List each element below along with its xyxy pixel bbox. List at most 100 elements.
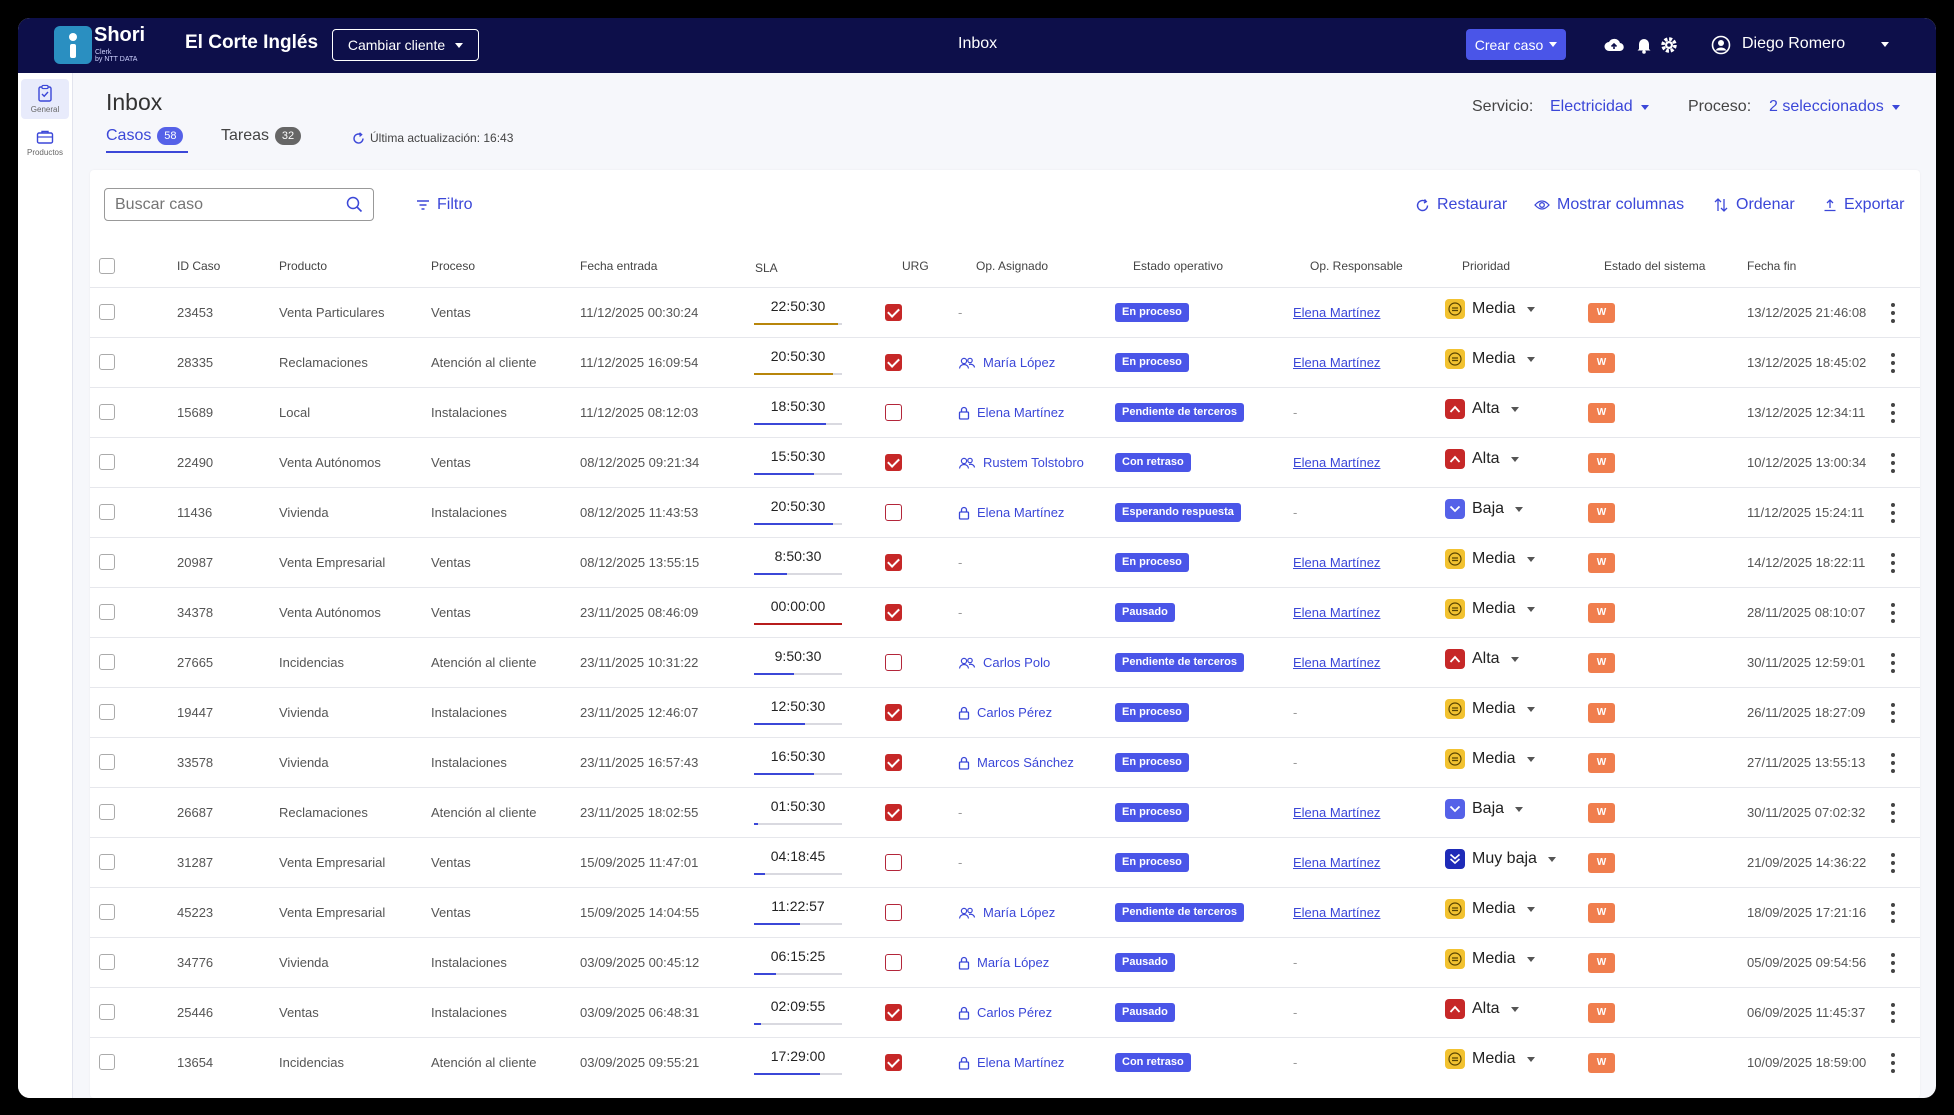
assigned-operator[interactable]: Elena Martínez <box>958 405 1064 420</box>
assigned-operator[interactable]: Carlos Pérez <box>958 705 1052 720</box>
table-row[interactable]: 34776 Vivienda Instalaciones 03/09/2025 00:… <box>90 937 1920 987</box>
table-row[interactable]: 19447 Vivienda Instalaciones 23/11/2025 12:… <box>90 687 1920 737</box>
row-checkbox[interactable] <box>99 454 115 470</box>
cloud-upload-icon[interactable] <box>1603 34 1625 56</box>
urgent-checkbox[interactable] <box>885 904 902 921</box>
search-input[interactable] <box>115 195 346 214</box>
row-checkbox[interactable] <box>99 404 115 420</box>
table-row[interactable]: 27665 Incidencias Atención al cliente 23/11… <box>90 637 1920 687</box>
export-button[interactable]: Exportar <box>1823 196 1904 214</box>
case-id[interactable]: 25446 <box>177 1005 213 1020</box>
more-options-icon[interactable] <box>1890 353 1896 373</box>
priority-select[interactable]: Media <box>1445 749 1535 769</box>
row-checkbox[interactable] <box>99 904 115 920</box>
case-id[interactable]: 34776 <box>177 955 213 970</box>
user-name[interactable]: Diego Romero <box>1742 35 1845 53</box>
responsible-operator[interactable]: Elena Martínez <box>1293 305 1380 320</box>
urgent-checkbox[interactable] <box>885 354 902 371</box>
priority-select[interactable]: Media <box>1445 899 1535 919</box>
column-header[interactable]: Op. Responsable <box>1310 259 1403 273</box>
column-header[interactable]: Proceso <box>431 259 475 273</box>
urgent-checkbox[interactable] <box>885 804 902 821</box>
user-avatar-icon[interactable] <box>1710 34 1732 56</box>
more-options-icon[interactable] <box>1890 653 1896 673</box>
bell-icon[interactable] <box>1633 34 1655 56</box>
column-header[interactable]: Prioridad <box>1462 259 1510 273</box>
row-checkbox[interactable] <box>99 804 115 820</box>
more-options-icon[interactable] <box>1890 953 1896 973</box>
case-id[interactable]: 34378 <box>177 605 213 620</box>
case-id[interactable]: 13654 <box>177 1055 213 1070</box>
search-box[interactable] <box>104 188 374 221</box>
case-id[interactable]: 23453 <box>177 305 213 320</box>
row-checkbox[interactable] <box>99 504 115 520</box>
table-row[interactable]: 15689 Local Instalaciones 11/12/2025 08:12:… <box>90 387 1920 437</box>
column-header[interactable]: Estado operativo <box>1133 259 1223 273</box>
restore-button[interactable]: Restaurar <box>1415 196 1507 214</box>
urgent-checkbox[interactable] <box>885 554 902 571</box>
responsible-operator[interactable]: Elena Martínez <box>1293 455 1380 470</box>
column-header[interactable]: ID Caso <box>177 259 220 273</box>
case-id[interactable]: 33578 <box>177 755 213 770</box>
responsible-operator[interactable]: Elena Martínez <box>1293 855 1380 870</box>
assigned-operator[interactable]: Carlos Pérez <box>958 1005 1052 1020</box>
row-checkbox[interactable] <box>99 554 115 570</box>
assigned-operator[interactable]: Elena Martínez <box>958 1055 1064 1070</box>
urgent-checkbox[interactable] <box>885 954 902 971</box>
table-row[interactable]: 33578 Vivienda Instalaciones 23/11/2025 16:… <box>90 737 1920 787</box>
column-header[interactable]: Producto <box>279 259 327 273</box>
table-row[interactable]: 34378 Venta Autónomos Ventas 23/11/2025 08:… <box>90 587 1920 637</box>
responsible-operator[interactable]: Elena Martínez <box>1293 355 1380 370</box>
priority-select[interactable]: Alta <box>1445 649 1519 669</box>
case-id[interactable]: 26687 <box>177 805 213 820</box>
row-checkbox[interactable] <box>99 704 115 720</box>
table-row[interactable]: 11436 Vivienda Instalaciones 08/12/2025 11:… <box>90 487 1920 537</box>
urgent-checkbox[interactable] <box>885 854 902 871</box>
column-header[interactable]: Estado del sistema <box>1604 259 1705 273</box>
priority-select[interactable]: Alta <box>1445 449 1519 469</box>
table-row[interactable]: 45223 Venta Empresarial Ventas 15/09/2025 1… <box>90 887 1920 937</box>
sidebar-item-general[interactable]: General <box>21 79 69 119</box>
priority-select[interactable]: Media <box>1445 699 1535 719</box>
priority-select[interactable]: Media <box>1445 349 1535 369</box>
tab-casos[interactable]: Casos 58 <box>106 126 184 146</box>
service-select[interactable]: Electricidad <box>1550 98 1649 116</box>
create-case-button[interactable]: Crear caso <box>1466 29 1566 60</box>
tab-tareas[interactable]: Tareas 32 <box>221 126 302 146</box>
more-options-icon[interactable] <box>1890 753 1896 773</box>
show-columns-button[interactable]: Mostrar columnas <box>1534 196 1684 214</box>
column-header[interactable]: Op. Asignado <box>976 259 1048 273</box>
assigned-operator[interactable]: Elena Martínez <box>958 505 1064 520</box>
case-id[interactable]: 28335 <box>177 355 213 370</box>
assigned-operator[interactable]: Marcos Sánchez <box>958 755 1074 770</box>
urgent-checkbox[interactable] <box>885 504 902 521</box>
urgent-checkbox[interactable] <box>885 654 902 671</box>
process-select[interactable]: 2 seleccionados <box>1769 98 1900 116</box>
case-id[interactable]: 20987 <box>177 555 213 570</box>
urgent-checkbox[interactable] <box>885 454 902 471</box>
column-header[interactable]: SLA <box>755 261 778 275</box>
table-row[interactable]: 28335 Reclamaciones Atención al cliente 11/… <box>90 337 1920 387</box>
row-checkbox[interactable] <box>99 954 115 970</box>
user-menu-chevron-icon[interactable] <box>1881 42 1889 47</box>
table-row[interactable]: 20987 Venta Empresarial Ventas 08/12/2025 1… <box>90 537 1920 587</box>
priority-select[interactable]: Media <box>1445 1049 1535 1069</box>
urgent-checkbox[interactable] <box>885 1004 902 1021</box>
priority-select[interactable]: Media <box>1445 549 1535 569</box>
row-checkbox[interactable] <box>99 754 115 770</box>
more-options-icon[interactable] <box>1890 853 1896 873</box>
table-row[interactable]: 22490 Venta Autónomos Ventas 08/12/2025 09:… <box>90 437 1920 487</box>
search-icon[interactable] <box>346 196 363 213</box>
urgent-checkbox[interactable] <box>885 304 902 321</box>
priority-select[interactable]: Muy baja <box>1445 849 1556 869</box>
filter-button[interactable]: Filtro <box>416 196 473 214</box>
more-options-icon[interactable] <box>1890 403 1896 423</box>
urgent-checkbox[interactable] <box>885 1054 902 1071</box>
table-row[interactable]: 23453 Venta Particulares Ventas 11/12/2025 … <box>90 287 1920 337</box>
more-options-icon[interactable] <box>1890 503 1896 523</box>
case-id[interactable]: 27665 <box>177 655 213 670</box>
case-id[interactable]: 19447 <box>177 705 213 720</box>
sort-button[interactable]: Ordenar <box>1713 196 1795 214</box>
change-client-button[interactable]: Cambiar cliente <box>332 29 479 61</box>
priority-select[interactable]: Baja <box>1445 799 1524 819</box>
